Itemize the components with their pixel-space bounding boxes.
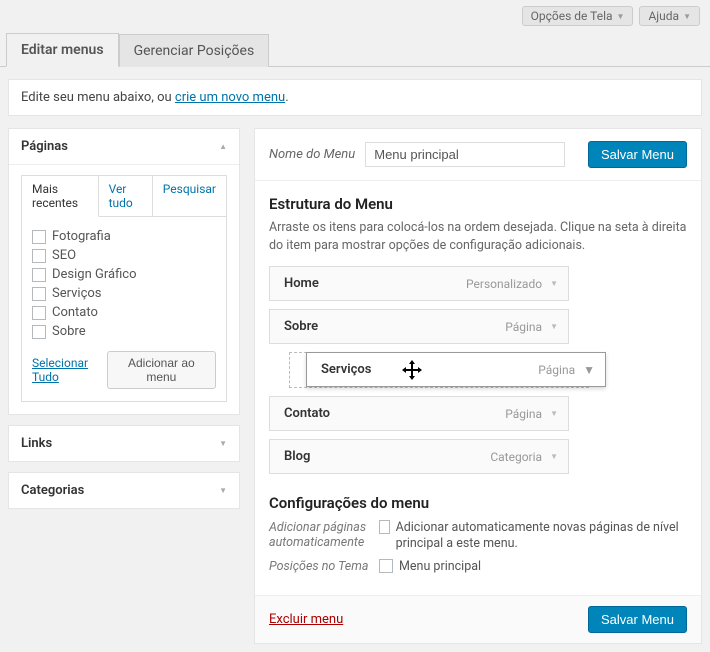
- menu-item-type: Personalizado: [466, 277, 542, 291]
- delete-menu-link[interactable]: Excluir menu: [269, 612, 343, 627]
- pages-inner-tabs: Mais recentes Ver tudo Pesquisar: [21, 175, 227, 217]
- auto-add-checkbox[interactable]: [379, 520, 390, 534]
- checkbox[interactable]: [32, 268, 46, 282]
- structure-title: Estrutura do Menu: [269, 195, 687, 213]
- chevron-down-icon[interactable]: ▼: [550, 322, 558, 331]
- metabox-links-title: Links: [21, 436, 52, 451]
- menu-item[interactable]: Home Personalizado ▼: [269, 266, 569, 301]
- metabox-pages-title: Páginas: [21, 139, 68, 154]
- tab-manage-locations[interactable]: Gerenciar Posições: [119, 34, 270, 67]
- notice-bar: Edite seu menu abaixo, ou crie um novo m…: [8, 79, 702, 116]
- screen-options-button[interactable]: Opções de Tela ▼: [522, 6, 634, 26]
- help-button[interactable]: Ajuda ▼: [639, 6, 700, 26]
- tab-edit-menus[interactable]: Editar menus: [6, 33, 119, 67]
- page-item: Sobre: [32, 322, 216, 341]
- screen-options-label: Opções de Tela: [531, 9, 613, 23]
- checkbox[interactable]: [32, 287, 46, 301]
- menu-name-label: Nome do Menu: [269, 147, 355, 162]
- chevron-down-icon[interactable]: ▼: [583, 363, 595, 377]
- structure-desc: Arraste os itens para colocá-los na orde…: [269, 219, 687, 254]
- page-item: SEO: [32, 246, 216, 265]
- metabox-categories-title: Categorias: [21, 483, 84, 498]
- metabox-categories: Categorias ▼: [8, 472, 240, 509]
- theme-location-text: Menu principal: [399, 559, 481, 575]
- checkbox[interactable]: [32, 325, 46, 339]
- chevron-down-icon: ▼: [219, 439, 227, 448]
- chevron-up-icon: ▲: [219, 142, 227, 151]
- menu-item-label: Contato: [284, 406, 330, 421]
- theme-location-checkbox[interactable]: [379, 559, 393, 573]
- chevron-down-icon: ▼: [219, 486, 227, 495]
- menu-item[interactable]: Contato Página ▼: [269, 396, 569, 431]
- checkbox[interactable]: [32, 249, 46, 263]
- select-all-link[interactable]: Selecionar Tudo: [32, 356, 107, 384]
- page-item: Fotografia: [32, 227, 216, 246]
- pages-tab-all[interactable]: Ver tudo: [99, 176, 153, 217]
- menu-item-dragging[interactable]: Serviços Página ▼: [306, 352, 606, 387]
- save-menu-button-top[interactable]: Salvar Menu: [588, 141, 687, 168]
- menu-item-type: Página: [505, 320, 542, 334]
- menu-name-input[interactable]: [365, 142, 565, 167]
- metabox-links: Links ▼: [8, 425, 240, 462]
- menu-item-label: Serviços: [321, 362, 371, 377]
- settings-title: Configurações do menu: [269, 494, 687, 512]
- metabox-links-toggle[interactable]: Links ▼: [9, 426, 239, 461]
- create-menu-link[interactable]: crie um novo menu: [175, 90, 285, 105]
- menu-item-type: Página: [505, 407, 542, 421]
- menu-item-label: Blog: [284, 449, 310, 464]
- menu-item-drop-slot[interactable]: Serviços Página▼: [289, 352, 589, 388]
- chevron-down-icon: ▼: [617, 12, 625, 21]
- metabox-pages: Páginas ▲ Mais recentes Ver tudo Pesquis…: [8, 128, 240, 415]
- theme-location-label: Posições no Tema: [269, 559, 379, 574]
- chevron-down-icon[interactable]: ▼: [550, 409, 558, 418]
- move-cursor-icon: [402, 360, 422, 380]
- chevron-down-icon[interactable]: ▼: [550, 452, 558, 461]
- chevron-down-icon: ▼: [683, 12, 691, 21]
- auto-add-label: Adicionar páginas automaticamente: [269, 520, 379, 550]
- pages-tab-search[interactable]: Pesquisar: [153, 176, 226, 217]
- checkbox[interactable]: [32, 230, 46, 244]
- metabox-categories-toggle[interactable]: Categorias ▼: [9, 473, 239, 508]
- auto-add-text: Adicionar automaticamente novas páginas …: [396, 520, 687, 553]
- chevron-down-icon[interactable]: ▼: [550, 279, 558, 288]
- add-to-menu-button[interactable]: Adicionar ao menu: [107, 351, 216, 389]
- metabox-pages-toggle[interactable]: Páginas ▲: [9, 129, 239, 165]
- menu-item-label: Sobre: [284, 319, 318, 334]
- menu-item[interactable]: Blog Categoria ▼: [269, 439, 569, 474]
- menu-item[interactable]: Sobre Página ▼: [269, 309, 569, 344]
- menu-item-type: Página: [538, 363, 575, 377]
- notice-text: Edite seu menu abaixo, ou: [21, 90, 175, 105]
- save-menu-button-bottom[interactable]: Salvar Menu: [588, 606, 687, 633]
- menu-item-type: Categoria: [490, 450, 542, 464]
- page-item: Serviços: [32, 284, 216, 303]
- checkbox[interactable]: [32, 306, 46, 320]
- help-label: Ajuda: [648, 9, 679, 23]
- menu-item-label: Home: [284, 276, 319, 291]
- page-item: Contato: [32, 303, 216, 322]
- pages-tab-recent[interactable]: Mais recentes: [22, 176, 99, 217]
- page-item: Design Gráfico: [32, 265, 216, 284]
